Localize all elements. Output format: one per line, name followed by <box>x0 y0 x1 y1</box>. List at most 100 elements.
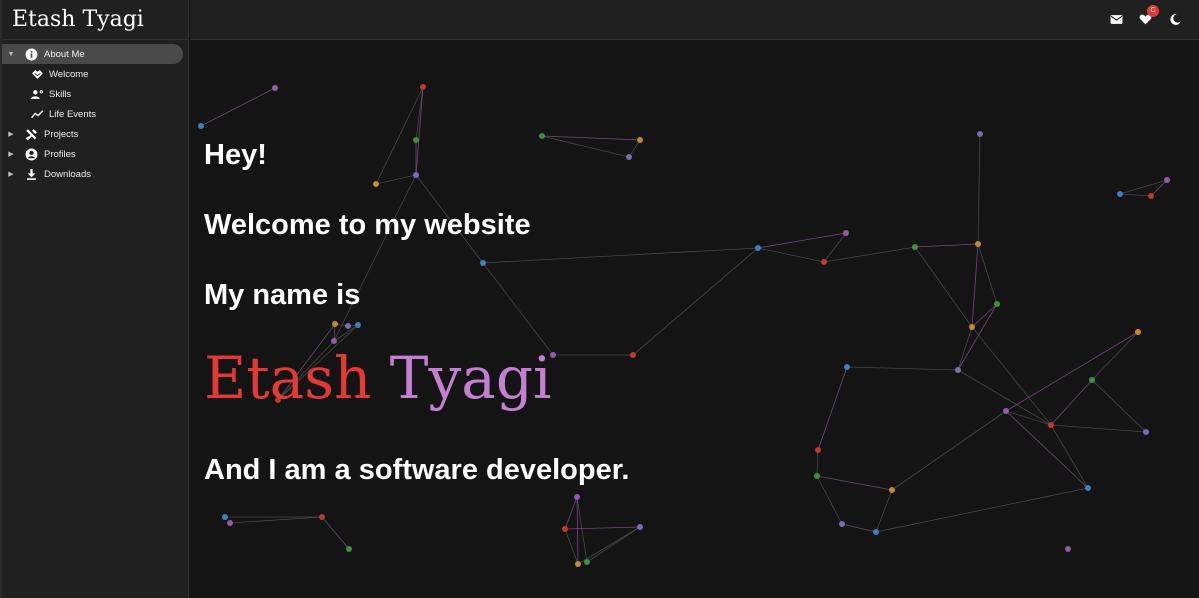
network-link <box>229 516 323 524</box>
tree-item-skills[interactable]: Skills <box>2 84 188 104</box>
network-node <box>844 364 850 370</box>
greeting-heading: Hey! <box>204 139 267 171</box>
main-content: Hey! Welcome to my website My name is Et… <box>190 41 1199 598</box>
network-link <box>823 246 916 263</box>
caret-right-icon[interactable]: ▶ <box>6 170 16 178</box>
network-link <box>1091 331 1139 381</box>
network-node <box>912 244 918 250</box>
network-link <box>891 410 1007 491</box>
network-node <box>1089 377 1095 383</box>
network-link <box>914 246 973 328</box>
mail-button[interactable] <box>1107 10 1125 28</box>
dark-mode-icon <box>1169 13 1182 26</box>
network-node <box>977 131 983 137</box>
top-app-bar: C <box>190 0 1199 40</box>
network-link <box>971 326 1052 426</box>
tree-item-label: Projects <box>44 128 79 140</box>
tree-item-life-events[interactable]: Life Events <box>2 104 188 124</box>
network-node <box>198 123 204 129</box>
network-link <box>564 526 641 530</box>
network-node <box>355 322 361 328</box>
network-link <box>577 526 641 565</box>
first-name: Etash <box>204 344 372 412</box>
tree-item-label: Welcome <box>49 68 89 80</box>
network-node <box>637 524 643 530</box>
network-link <box>586 526 641 563</box>
network-link <box>1005 331 1139 412</box>
network-link <box>816 475 893 491</box>
network-node <box>1048 422 1054 428</box>
network-node <box>413 172 419 178</box>
network-node <box>222 514 228 520</box>
network-node <box>889 487 895 493</box>
network-link <box>816 449 819 477</box>
network-link <box>957 326 973 371</box>
network-node <box>1143 429 1149 435</box>
network-node <box>1065 546 1071 552</box>
network-link <box>576 496 579 565</box>
network-node <box>539 133 545 139</box>
network-link <box>564 528 579 565</box>
network-link <box>200 87 276 127</box>
network-node <box>227 520 233 526</box>
network-link <box>482 247 759 264</box>
network-node <box>1085 485 1091 491</box>
network-node <box>630 352 636 358</box>
network-node <box>626 154 632 160</box>
tree-item-welcome[interactable]: Welcome <box>2 64 188 84</box>
particle-network-background <box>198 84 1170 567</box>
mail-icon <box>1110 13 1123 26</box>
network-link <box>817 366 848 451</box>
tree-item-about-me[interactable]: ▼ About Me <box>2 44 183 64</box>
network-node <box>814 473 820 479</box>
network-link <box>757 232 847 249</box>
tree-item-label: Downloads <box>44 168 91 180</box>
network-link <box>482 262 554 356</box>
caret-down-icon[interactable]: ▼ <box>6 51 16 58</box>
network-link <box>375 174 417 185</box>
network-node <box>821 259 827 265</box>
network-node <box>1148 193 1154 199</box>
network-link <box>632 247 759 356</box>
network-link <box>1050 424 1089 489</box>
name-intro-heading: My name is <box>204 279 361 311</box>
network-link <box>1005 410 1052 426</box>
network-link <box>816 475 843 525</box>
network-link <box>628 139 641 158</box>
notification-badge: C <box>1147 5 1159 17</box>
network-node <box>873 529 879 535</box>
app-title: Etash Tyagi <box>12 7 144 32</box>
tree-item-downloads[interactable]: ▶ Downloads <box>2 164 188 184</box>
favorites-button[interactable]: C <box>1136 5 1159 28</box>
network-node <box>373 181 379 187</box>
network-node <box>994 301 1000 307</box>
network-node <box>332 321 338 327</box>
network-link <box>1050 379 1093 426</box>
network-node <box>975 241 981 247</box>
account-circle-icon <box>24 147 38 161</box>
tree-item-label: Skills <box>49 88 72 100</box>
network-node <box>584 559 590 565</box>
network-node <box>1135 329 1141 335</box>
network-node <box>319 514 325 520</box>
network-node <box>1117 191 1123 197</box>
download-icon <box>24 167 38 181</box>
network-node <box>637 137 643 143</box>
network-link <box>823 232 847 263</box>
tree-item-profiles[interactable]: ▶ Profiles <box>2 144 188 164</box>
network-node <box>969 324 975 330</box>
role-heading: And I am a software developer. <box>204 454 630 486</box>
person-gear-icon <box>30 87 44 101</box>
network-link <box>846 366 959 371</box>
sidebar: Etash Tyagi ▼ About Me Welcome Skills Li… <box>0 0 189 598</box>
network-node <box>272 85 278 91</box>
caret-right-icon[interactable]: ▶ <box>6 130 16 138</box>
caret-right-icon[interactable]: ▶ <box>6 150 16 158</box>
welcome-heading: Welcome to my website <box>204 209 531 241</box>
network-node <box>413 137 419 143</box>
network-link <box>977 133 981 245</box>
network-link <box>321 516 350 550</box>
tree-item-projects[interactable]: ▶ Projects <box>2 124 188 144</box>
theme-toggle-button[interactable] <box>1166 10 1184 28</box>
tree-item-label: About Me <box>44 48 85 60</box>
